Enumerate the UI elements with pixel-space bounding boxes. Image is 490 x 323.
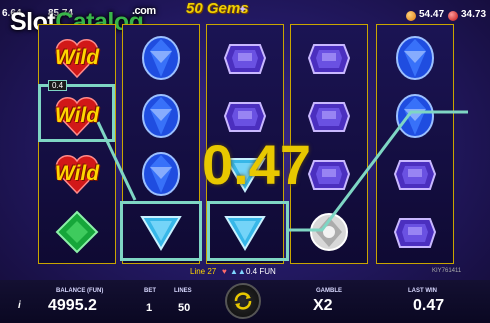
aquamarine-symbol-icon: ▲▲ — [230, 267, 246, 276]
info-icon[interactable]: i — [18, 300, 21, 311]
bet-label: BET — [144, 288, 156, 294]
winning-cell-highlight — [38, 84, 115, 142]
lines-value[interactable]: 50 — [178, 302, 190, 314]
last-win-value: 0.47 — [413, 297, 445, 314]
win-line-number: Line 27 — [190, 267, 217, 276]
balance-value: 4995.2 — [48, 297, 97, 314]
gamble-label: GAMBLE — [316, 288, 342, 294]
game-stage: 6.64 85.74 SlotCatalog .com 50 Gems ✦ 54… — [0, 0, 490, 323]
spin-button[interactable] — [225, 283, 261, 319]
spin-arrows-icon — [234, 292, 252, 310]
line-win-badge: 0.4 — [48, 80, 68, 91]
winning-cell-highlight — [207, 201, 289, 261]
win-amount-display: 0.47 — [202, 133, 311, 196]
balance-label: BALANCE (FUN) — [56, 288, 104, 294]
win-line-info: Line 27 ♥ ▲▲ 0.4 FUN KIY761411 — [0, 266, 490, 280]
gamble-button[interactable]: X2 — [313, 297, 333, 315]
last-win-label: LAST WIN — [408, 288, 437, 294]
wild-symbol-icon: ♥ — [222, 267, 227, 276]
bet-value[interactable]: 1 — [146, 302, 152, 314]
win-line-amount: 0.4 FUN — [246, 267, 276, 276]
bottom-bar: i BALANCE (FUN) 4995.2 BET 1 LINES 50 GA… — [0, 280, 490, 323]
game-id: KIY761411 — [432, 268, 462, 274]
lines-label: LINES — [174, 288, 192, 294]
winning-cell-highlight — [120, 201, 202, 261]
